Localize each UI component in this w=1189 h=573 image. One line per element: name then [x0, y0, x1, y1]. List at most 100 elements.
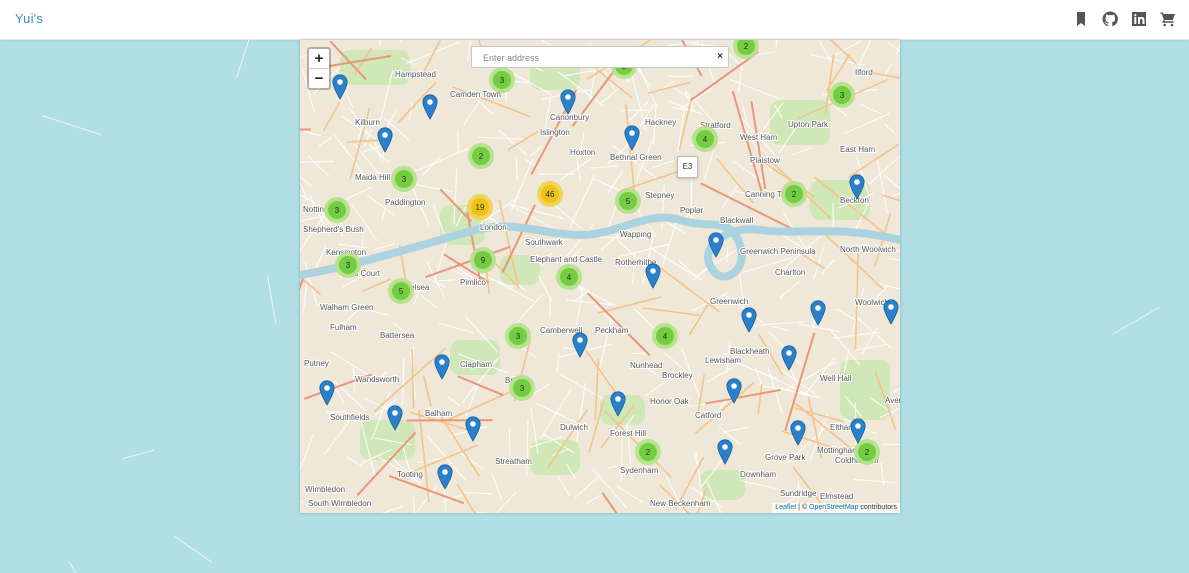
place-label: Wapping: [620, 230, 651, 239]
place-label: Ilford: [855, 68, 873, 77]
place-label: Forest Hill: [610, 429, 646, 438]
location-marker-icon[interactable]: [781, 345, 797, 371]
place-label: Camden Town: [450, 90, 501, 99]
cart-icon[interactable]: [1160, 11, 1176, 27]
cluster-count: 2: [737, 40, 755, 55]
location-marker-icon[interactable]: [850, 418, 866, 444]
decorative-streak: [267, 276, 276, 323]
place-label: Greenwich: [710, 297, 748, 306]
brand-link[interactable]: Yui's: [15, 11, 43, 26]
location-marker-icon[interactable]: [422, 94, 438, 120]
place-label: Sydenham: [620, 466, 659, 475]
marker-cluster[interactable]: 2: [635, 439, 661, 465]
marker-cluster[interactable]: 2: [468, 143, 494, 169]
marker-cluster[interactable]: 3: [489, 67, 515, 93]
marker-cluster[interactable]: 4: [692, 126, 718, 152]
place-label: Mottingham: [817, 446, 859, 455]
place-label: Avery Hill: [885, 396, 900, 405]
marker-cluster[interactable]: 2: [781, 181, 807, 207]
cluster-count: 3: [833, 86, 851, 104]
place-label: Streatham: [495, 457, 532, 466]
place-label: Pimlico: [460, 278, 486, 287]
marker-cluster[interactable]: 3: [324, 197, 350, 223]
place-label: Lewisham: [705, 356, 741, 365]
marker-cluster[interactable]: 5: [388, 278, 414, 304]
place-label: Putney: [304, 359, 329, 368]
place-label: Paddington: [385, 198, 425, 207]
cluster-count: 3: [513, 379, 531, 397]
place-label: Hoxton: [570, 148, 595, 157]
address-search-input[interactable]: [481, 48, 705, 68]
cluster-count: 4: [656, 327, 674, 345]
marker-cluster[interactable]: 4: [652, 323, 678, 349]
place-label: Maida Hill: [355, 173, 390, 182]
decorative-streak: [174, 536, 211, 563]
marker-cluster[interactable]: 3: [335, 252, 361, 278]
top-navbar: Yui's: [0, 0, 1189, 40]
cluster-count: 5: [619, 192, 637, 210]
clear-search-button[interactable]: ×: [717, 51, 723, 62]
marker-cluster[interactable]: 46: [537, 181, 563, 207]
decorative-streak: [69, 562, 76, 573]
marker-cluster[interactable]: 4: [556, 264, 582, 290]
cluster-count: 3: [493, 71, 511, 89]
marker-cluster[interactable]: 3: [391, 166, 417, 192]
location-marker-icon[interactable]: [610, 391, 626, 417]
place-label: Grove Park: [765, 453, 806, 462]
location-marker-icon[interactable]: [434, 354, 450, 380]
zoom-in-button[interactable]: +: [309, 49, 329, 69]
location-marker-icon[interactable]: [645, 263, 661, 289]
marker-cluster[interactable]: 3: [505, 323, 531, 349]
linkedin-icon[interactable]: [1131, 11, 1147, 27]
location-marker-icon[interactable]: [708, 232, 724, 258]
place-label: Nunhead: [630, 361, 662, 370]
marker-cluster[interactable]: 5: [615, 188, 641, 214]
location-marker-icon[interactable]: [560, 89, 576, 115]
place-label: Blackheath: [730, 347, 770, 356]
park-area: [340, 50, 410, 85]
location-marker-icon[interactable]: [319, 380, 335, 406]
location-marker-icon[interactable]: [437, 464, 453, 490]
place-label: Greenwich Peninsula: [740, 247, 816, 256]
location-marker-icon[interactable]: [849, 174, 865, 200]
location-marker-icon[interactable]: [377, 127, 393, 153]
leaflet-link[interactable]: Leaflet: [775, 504, 796, 511]
location-marker-icon[interactable]: [741, 307, 757, 333]
marker-cluster[interactable]: 19: [467, 194, 493, 220]
postcode-popup[interactable]: E3: [677, 156, 698, 178]
marker-cluster[interactable]: 3: [829, 82, 855, 108]
decorative-streak: [42, 115, 101, 135]
attribution-separator: | ©: [796, 504, 809, 511]
cluster-count: 3: [328, 201, 346, 219]
marker-cluster[interactable]: 9: [470, 247, 496, 273]
place-label: Southfields: [330, 413, 370, 422]
location-marker-icon[interactable]: [465, 416, 481, 442]
cluster-count: 2: [858, 443, 876, 461]
place-label: Honor Oak: [650, 397, 690, 406]
map-tiles[interactable]: HampsteadKilburnCamden TownIslingtonHack…: [300, 40, 900, 513]
osm-link[interactable]: OpenStreetMap: [809, 504, 858, 511]
map-attribution: Leaflet | © OpenStreetMap contributors: [772, 503, 900, 513]
location-marker-icon[interactable]: [624, 125, 640, 151]
cluster-count: 2: [639, 443, 657, 461]
location-marker-icon[interactable]: [810, 300, 826, 326]
location-marker-icon[interactable]: [790, 420, 806, 446]
place-label: Kilburn: [355, 118, 380, 127]
cluster-count: 3: [395, 170, 413, 188]
place-label: Dulwich: [560, 423, 588, 432]
place-label: Upton Park: [788, 120, 829, 129]
location-marker-icon[interactable]: [387, 405, 403, 431]
cluster-count: 5: [392, 282, 410, 300]
map-container[interactable]: HampsteadKilburnCamden TownIslingtonHack…: [300, 40, 900, 513]
location-marker-icon[interactable]: [572, 332, 588, 358]
zoom-out-button[interactable]: −: [309, 69, 329, 88]
location-marker-icon[interactable]: [883, 299, 899, 325]
location-marker-icon[interactable]: [717, 439, 733, 465]
place-label: Southwark: [525, 238, 564, 247]
marker-cluster[interactable]: 3: [509, 375, 535, 401]
cluster-count: 9: [474, 251, 492, 269]
github-icon[interactable]: [1102, 11, 1118, 27]
bookmark-icon[interactable]: [1073, 11, 1089, 27]
location-marker-icon[interactable]: [332, 74, 348, 100]
location-marker-icon[interactable]: [726, 378, 742, 404]
